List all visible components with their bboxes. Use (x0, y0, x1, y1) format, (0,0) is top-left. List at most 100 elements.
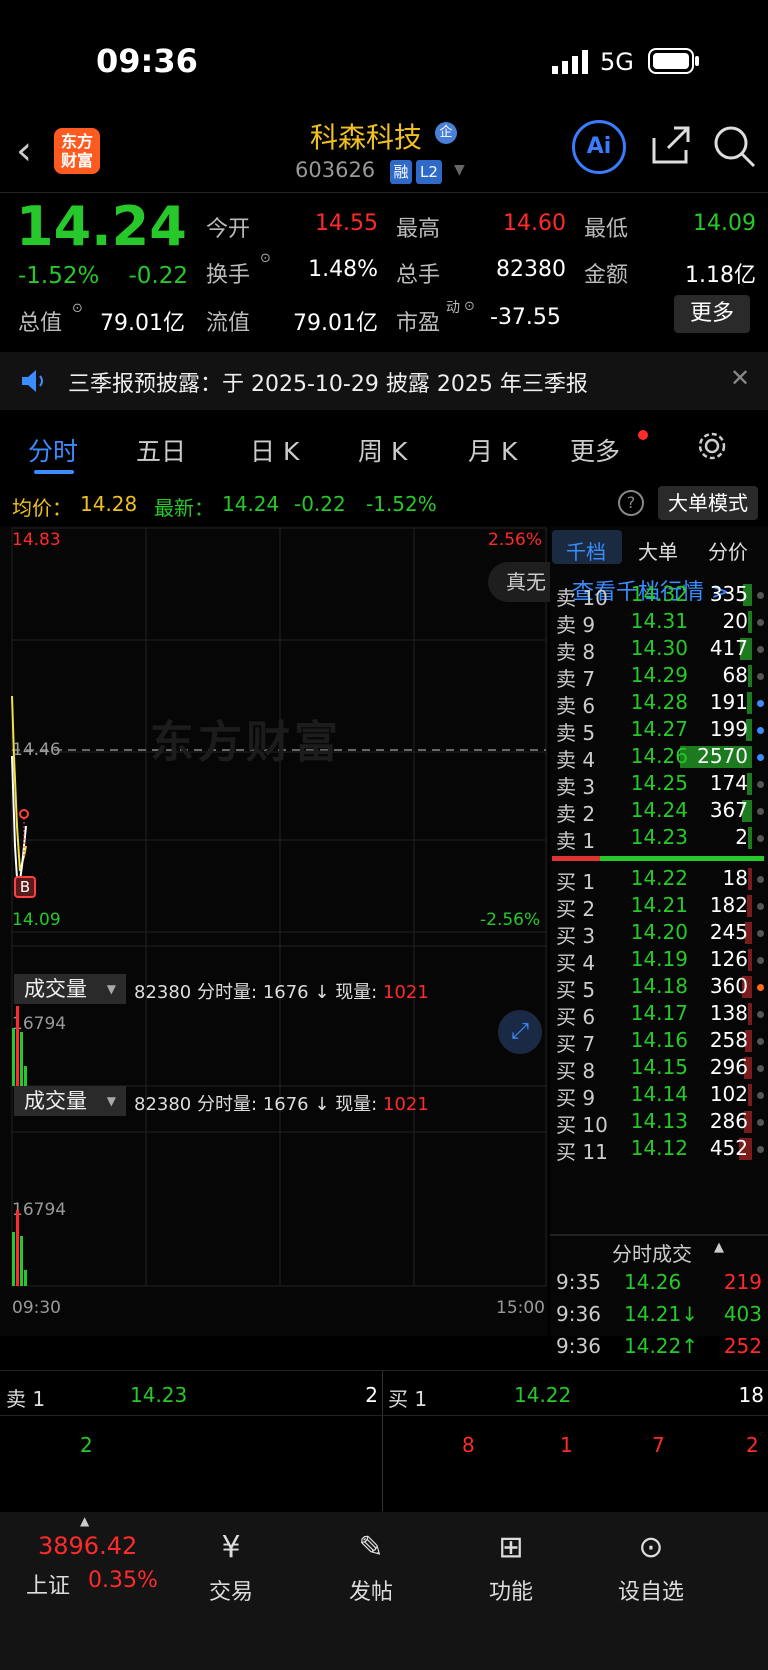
bid-row[interactable]: 买 2 14.21 182 (554, 893, 764, 921)
help-icon[interactable]: ? (618, 490, 644, 516)
volume-dropdown[interactable]: 成交量 ▼ (14, 1086, 126, 1116)
ask-row[interactable]: 卖 8 14.30 417 (554, 636, 764, 664)
bid1-price: 14.22 (514, 1383, 572, 1407)
app-logo[interactable]: 东方 财富 (54, 128, 100, 174)
turnover-label: 换手 (206, 263, 251, 288)
tab-five-day[interactable]: 五日 (136, 432, 186, 468)
trade-time: 9:36 (556, 1302, 601, 1326)
ask-volume: 199 (709, 717, 748, 741)
volume-label: 成交量 (24, 977, 87, 1001)
gear-icon[interactable] (696, 430, 728, 466)
ask-level-label: 卖 1 (556, 829, 596, 853)
status-dot (757, 930, 764, 937)
status-dot (757, 1092, 764, 1099)
status-dot (757, 957, 764, 964)
tab-post[interactable]: ✎ 发帖 (316, 1530, 426, 1606)
info-icon[interactable]: ⊙ (72, 301, 83, 316)
bid-row[interactable]: 买 11 14.12 452 (554, 1136, 764, 1164)
bid-level-label: 买 11 (556, 1140, 608, 1164)
bid-price: 14.13 (630, 1109, 688, 1133)
book-tab-depth[interactable]: 千档 (566, 536, 606, 565)
ask-row[interactable]: 卖 9 14.31 20 (554, 609, 764, 637)
bid-volume: 126 (709, 947, 748, 971)
bid-row[interactable]: 买 5 14.18 360 (554, 974, 764, 1002)
bid-level-label: 买 8 (556, 1059, 596, 1083)
ratio-bar-red (552, 856, 600, 861)
chevron-up-icon[interactable]: ▲ (714, 1240, 724, 1255)
info-icon[interactable]: ⊙ (464, 299, 475, 314)
volume-bar (748, 1084, 752, 1106)
ask-row[interactable]: 卖 4 14.26 2570 (554, 744, 764, 772)
info-icon[interactable]: ⊙ (260, 251, 271, 266)
ask-row[interactable]: 卖 5 14.27 199 (554, 717, 764, 745)
volume-bars (12, 1210, 27, 1286)
volume-minute-label: 分时量: (197, 982, 258, 1003)
pct-max-label: 2.56% (488, 530, 543, 550)
bid-queue-item: 2 (746, 1433, 759, 1457)
bid-row[interactable]: 买 9 14.14 102 (554, 1082, 764, 1110)
bid-price: 14.19 (630, 947, 688, 971)
expand-icon[interactable]: ⤢ (498, 1010, 542, 1054)
bid-level-label: 买 10 (556, 1113, 608, 1137)
chevron-down-icon[interactable]: ▼ (454, 162, 465, 178)
search-icon[interactable] (712, 124, 756, 172)
chevron-up-icon[interactable]: ▲ (80, 1514, 89, 1528)
bid-row[interactable]: 买 8 14.15 296 (554, 1055, 764, 1083)
trade-volume: 219 (723, 1270, 762, 1294)
ask-price: 14.31 (630, 609, 688, 633)
tab-more[interactable]: 更多 (570, 432, 620, 468)
ask-level-label: 卖 4 (556, 748, 596, 772)
bid-row[interactable]: 买 10 14.13 286 (554, 1109, 764, 1137)
tab-month-k[interactable]: 月 K (468, 432, 517, 468)
ai-button[interactable]: Ai (572, 120, 626, 174)
volume-now-label: 现量: (335, 982, 378, 1003)
index-percent[interactable]: 0.35% (88, 1568, 158, 1593)
big-order-mode-button[interactable]: 大单模式 (658, 486, 758, 520)
back-icon[interactable]: ‹ (16, 128, 32, 174)
more-button[interactable]: 更多 (674, 295, 750, 333)
latest-label: 最新： (154, 496, 214, 520)
close-icon[interactable]: ✕ (730, 364, 750, 392)
ask-row[interactable]: 卖 1 14.23 2 (554, 825, 764, 853)
ask-row[interactable]: 卖 2 14.24 367 (554, 798, 764, 826)
tab-intraday[interactable]: 分时 (28, 432, 78, 468)
ask-volume: 20 (722, 609, 748, 633)
trades-title[interactable]: 分时成交 (612, 1238, 692, 1267)
ask-row[interactable]: 卖 6 14.28 191 (554, 690, 764, 718)
ask-row[interactable]: 卖 3 14.25 174 (554, 771, 764, 799)
book-tab-price[interactable]: 分价 (708, 536, 748, 565)
bid-row[interactable]: 买 7 14.16 258 (554, 1028, 764, 1056)
status-dot (757, 1011, 764, 1018)
tab-functions[interactable]: ⊞ 功能 (456, 1530, 566, 1606)
bid-price: 14.21 (630, 893, 688, 917)
index-value[interactable]: 3896.42 (38, 1532, 137, 1560)
floating-button[interactable]: 真无 (488, 562, 558, 602)
tab-watchlist[interactable]: ⊙ 设自选 (596, 1530, 706, 1606)
ask-row[interactable]: 卖 7 14.29 68 (554, 663, 764, 691)
bid-row[interactable]: 买 1 14.22 18 (554, 866, 764, 894)
ask-level-label: 卖 3 (556, 775, 596, 799)
ask-row[interactable]: 卖 10 14.32 335 (554, 582, 764, 610)
index-name[interactable]: 上证 (26, 1568, 70, 1600)
ask-volume: 191 (709, 690, 748, 714)
stock-name[interactable]: 科森科技 (310, 116, 422, 156)
level2-tag: L2 (416, 160, 442, 184)
intraday-chart[interactable]: 东方财富 14.83 2.56% 14.46 14.09 -2.56% 真无 B… (0, 526, 558, 1336)
bid-level-label: 买 3 (556, 924, 596, 948)
chevron-down-icon: ▼ (106, 982, 116, 996)
book-tab-big-orders[interactable]: 大单 (638, 536, 678, 565)
tab-week-k[interactable]: 周 K (358, 432, 407, 468)
notice-bar[interactable]: 三季报预披露：于 2025-10-29 披露 2025 年三季报 ✕ (0, 352, 768, 410)
bid-price: 14.17 (630, 1001, 688, 1025)
bid-level-label: 买 2 (556, 897, 596, 921)
share-icon[interactable] (650, 124, 692, 170)
bid-row[interactable]: 买 6 14.17 138 (554, 1001, 764, 1029)
tab-day-k[interactable]: 日 K (250, 432, 299, 468)
bid-row[interactable]: 买 3 14.20 245 (554, 920, 764, 948)
bid-volume: 18 (722, 866, 748, 890)
bid-row[interactable]: 买 4 14.19 126 (554, 947, 764, 975)
volume-minute-label: 分时量: (197, 1094, 258, 1115)
buy-marker[interactable]: B (14, 876, 36, 898)
low-label: 最低 (584, 217, 629, 242)
tab-trade[interactable]: ¥ 交易 (176, 1530, 286, 1606)
